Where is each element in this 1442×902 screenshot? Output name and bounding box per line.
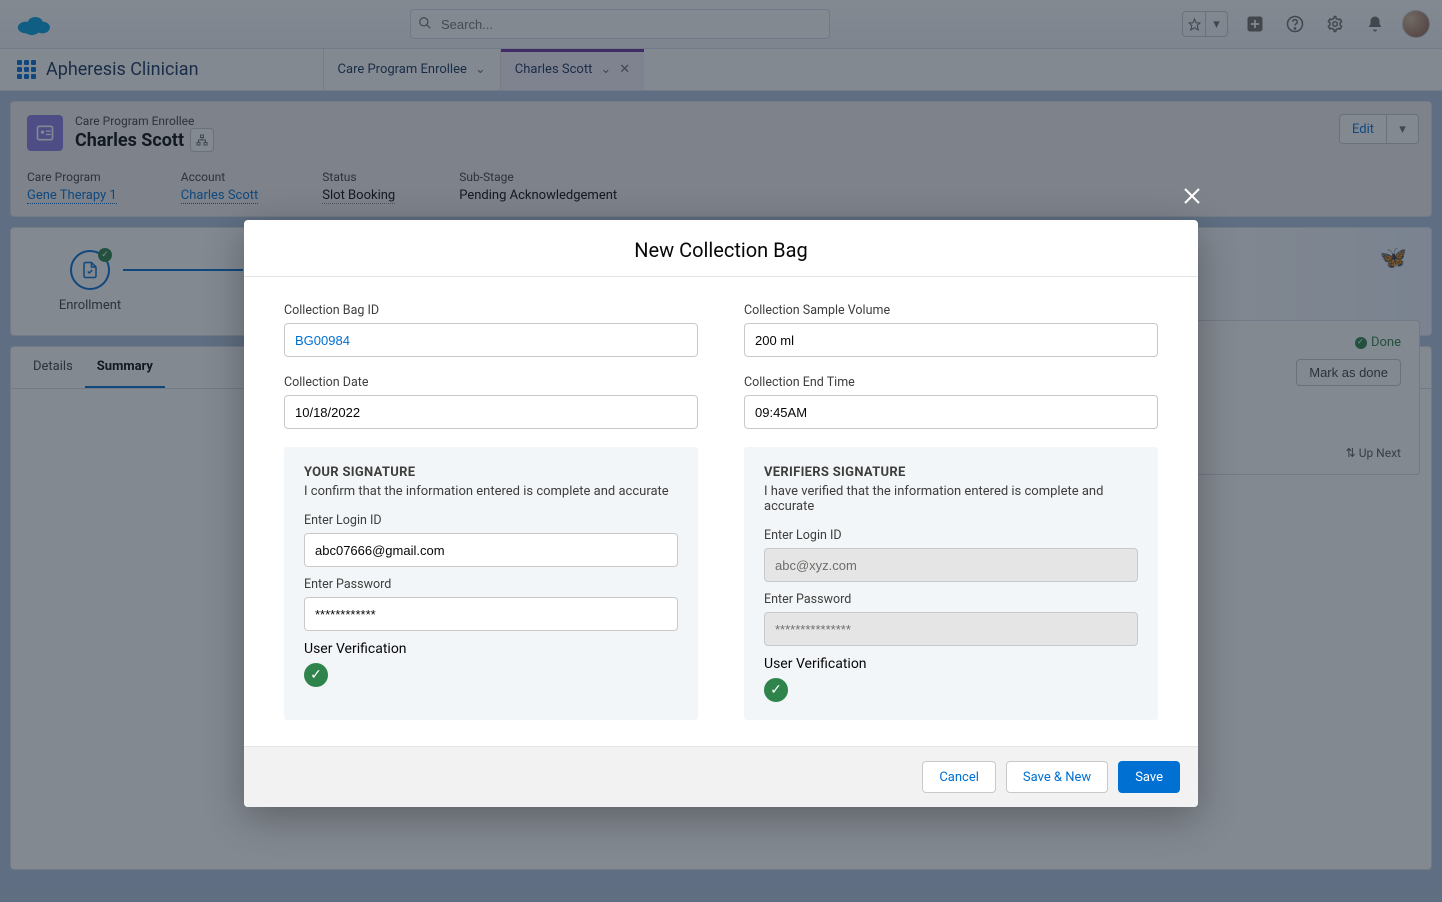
collection-end-time-label: Collection End Time: [744, 375, 1158, 390]
new-collection-bag-modal: New Collection Bag Collection Bag ID Col…: [244, 220, 1198, 807]
modal-overlay: New Collection Bag Collection Bag ID Col…: [0, 0, 1442, 902]
your-signature-panel: YOUR SIGNATURE I confirm that the inform…: [284, 447, 698, 720]
collection-end-time-input[interactable]: [744, 395, 1158, 429]
verifier-login-input[interactable]: [764, 548, 1138, 582]
collection-date-input[interactable]: [284, 395, 698, 429]
verification-check-icon: ✓: [304, 663, 328, 687]
your-signature-desc: I confirm that the information entered i…: [304, 484, 678, 499]
self-password-input[interactable]: [304, 597, 678, 631]
verifier-login-label: Enter Login ID: [764, 528, 1138, 543]
sample-volume-label: Collection Sample Volume: [744, 303, 1158, 318]
self-login-input[interactable]: [304, 533, 678, 567]
verifier-signature-panel: VERIFIERS SIGNATURE I have verified that…: [744, 447, 1158, 720]
save-and-new-button[interactable]: Save & New: [1006, 761, 1108, 793]
bag-id-label: Collection Bag ID: [284, 303, 698, 318]
modal-footer: Cancel Save & New Save: [244, 746, 1198, 807]
self-verification-label: User Verification: [304, 641, 678, 657]
save-button[interactable]: Save: [1118, 761, 1180, 793]
modal-close-button[interactable]: [1174, 178, 1210, 214]
collection-date-label: Collection Date: [284, 375, 698, 390]
verification-check-icon: ✓: [764, 678, 788, 702]
verifier-password-input[interactable]: [764, 612, 1138, 646]
self-login-label: Enter Login ID: [304, 513, 678, 528]
your-signature-title: YOUR SIGNATURE: [304, 465, 678, 480]
verifier-signature-desc: I have verified that the information ent…: [764, 484, 1138, 514]
verifier-password-label: Enter Password: [764, 592, 1138, 607]
verifier-verification-label: User Verification: [764, 656, 1138, 672]
collection-bag-id-input[interactable]: [284, 323, 698, 357]
collection-sample-volume-input[interactable]: [744, 323, 1158, 357]
cancel-button[interactable]: Cancel: [922, 761, 996, 793]
self-password-label: Enter Password: [304, 577, 678, 592]
modal-title: New Collection Bag: [244, 220, 1198, 277]
verifier-signature-title: VERIFIERS SIGNATURE: [764, 465, 1138, 480]
